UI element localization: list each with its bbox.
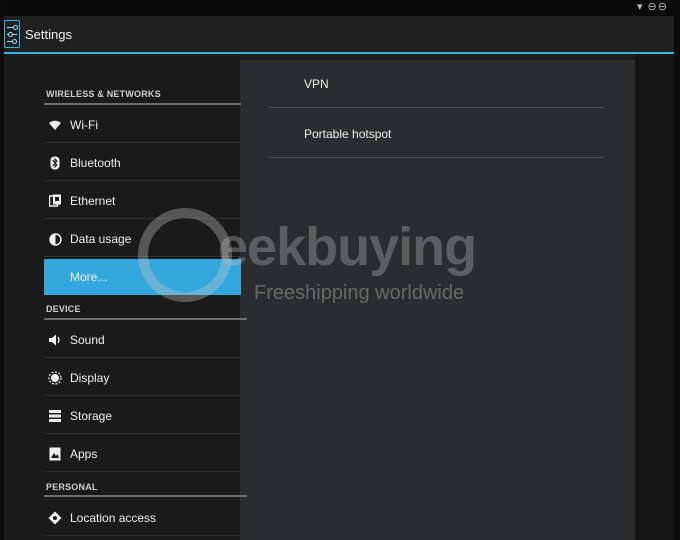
bluetooth-icon — [48, 156, 62, 170]
status-icons: ▾ ⊖⊖ — [636, 1, 668, 13]
detail-item-label: Portable hotspot — [304, 127, 392, 141]
sound-icon — [48, 333, 62, 347]
ethernet-icon — [48, 194, 62, 208]
sidebar-item-data-usage[interactable]: Data usage — [44, 221, 241, 257]
sidebar-item-label: Bluetooth — [70, 156, 121, 170]
settings-screen: ▾ ⊖⊖ Settings WIRELESS & NETWORKS Wi-Fi … — [4, 0, 674, 540]
sidebar-item-ethernet[interactable]: Ethernet — [44, 183, 241, 219]
sidebar-item-label: Sound — [70, 333, 105, 347]
sidebar-item-sound[interactable]: Sound — [44, 322, 247, 358]
page-title: Settings — [25, 27, 72, 42]
sidebar-item-apps[interactable]: Apps — [44, 436, 247, 472]
sidebar-item-label: Ethernet — [70, 194, 116, 208]
sidebar-item-label: More... — [70, 270, 108, 284]
status-bar: ▾ ⊖⊖ — [4, 0, 674, 16]
apps-icon — [48, 447, 62, 461]
sidebar-item-label: Storage — [70, 409, 113, 423]
detail-item-portable-hotspot[interactable]: Portable hotspot — [269, 108, 604, 158]
sidebar-item-label: Data usage — [70, 232, 132, 246]
settings-sliders-icon[interactable] — [4, 20, 20, 48]
action-bar: Settings — [4, 16, 674, 54]
sidebar-item-more[interactable]: More... — [44, 259, 241, 295]
category-personal: PERSONAL — [46, 482, 98, 492]
sidebar-item-display[interactable]: Display — [44, 360, 247, 396]
category-divider — [44, 103, 241, 105]
data-usage-icon — [48, 232, 62, 246]
category-divider — [44, 495, 247, 497]
right-margin — [635, 54, 674, 540]
sidebar-item-label: Display — [70, 371, 110, 385]
detail-item-vpn[interactable]: VPN — [269, 58, 604, 108]
sidebar-item-label: Apps — [70, 447, 98, 461]
category-divider — [44, 318, 247, 320]
display-icon — [48, 371, 62, 385]
wifi-icon — [48, 118, 62, 132]
sidebar-item-wifi[interactable]: Wi-Fi — [44, 107, 241, 143]
category-wireless-networks: WIRELESS & NETWORKS — [46, 89, 161, 99]
sidebar-item-label: Location access — [70, 511, 157, 525]
sidebar-item-bluetooth[interactable]: Bluetooth — [44, 145, 241, 181]
sidebar-item-storage[interactable]: Storage — [44, 398, 247, 434]
detail-item-label: VPN — [304, 77, 329, 91]
sidebar-item-location-access[interactable]: Location access — [44, 500, 247, 536]
location-icon — [48, 511, 62, 525]
category-device: DEVICE — [46, 304, 81, 314]
storage-icon — [48, 409, 62, 423]
sidebar-item-label: Wi-Fi — [70, 118, 98, 132]
